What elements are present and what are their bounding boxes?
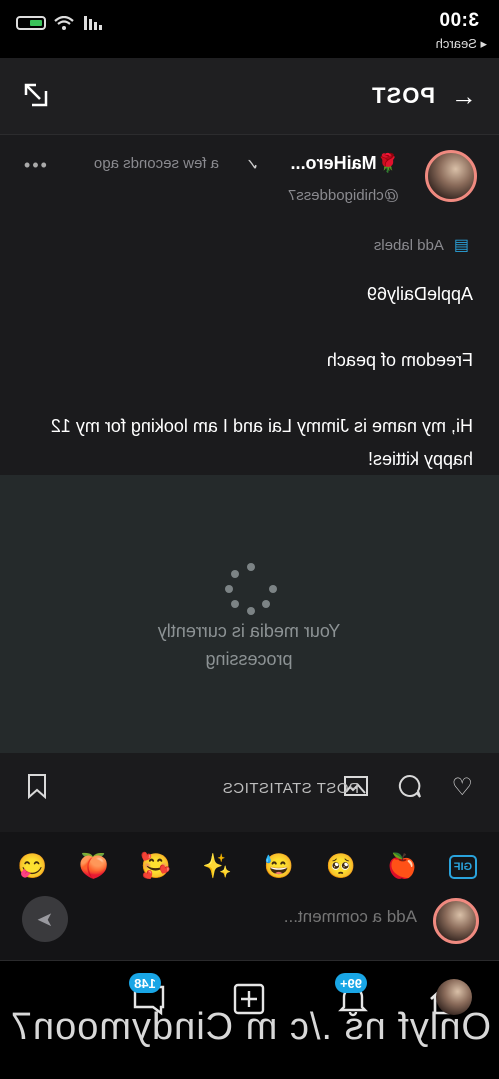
author-name[interactable]: 🌹MaiHero... [291,153,399,174]
post-body: 🌹MaiHero... @chibigoddess7 ✓ a few secon… [0,135,499,475]
notifications-badge: 99+ [335,973,367,993]
send-icon[interactable]: ➤ [22,896,68,942]
loading-spinner-icon [225,563,277,615]
media-status-text: Your media is currently processing [157,621,341,669]
emoji-hearts[interactable]: 🥰 [140,852,171,881]
comment-input[interactable] [115,906,419,928]
back-to-search-link[interactable]: ◂ Search [436,36,487,52]
post-statistics-button[interactable]: POST STATISTICS [222,780,359,797]
status-icons [16,16,102,30]
page-title: POST [371,83,435,108]
share-icon[interactable] [22,81,50,109]
signal-icon [84,16,102,30]
emoji-row: GIF 🍎 🥺 😅 ✨ 🥰 🍑 😋 [17,852,477,881]
battery-icon [16,16,46,30]
bookmark-icon[interactable] [26,773,48,799]
author-name-text: MaiHero... [290,153,377,173]
commenter-avatar [433,898,479,944]
emoji-pleading[interactable]: 🥺 [326,852,356,881]
app-screen: 3:00 ◂ Search ← POST 🌹MaiHero... @chibig… [0,0,499,1079]
author-avatar[interactable] [425,150,477,202]
post-text: AppleDaily69 Freedom of peach Hi, my nam… [50,284,473,469]
emoji-yum[interactable]: 😋 [17,852,47,881]
emoji-bar: GIF 🍎 🥺 😅 ✨ 🥰 🍑 😋 ➤ [0,832,499,960]
arrow-left-icon[interactable]: ← [451,81,477,112]
wifi-icon [54,16,74,30]
media-processing-area: Your media is currently processing [0,475,499,753]
author-handle[interactable]: @chibigoddess7 [288,187,399,204]
add-labels-button[interactable]: ▤ Add labels [374,235,469,255]
heart-icon[interactable]: ♡ [451,773,473,802]
post-header: ← POST [0,58,499,135]
status-time: 3:00 [438,10,479,31]
emoji-apple[interactable]: 🍎 [387,852,417,881]
post-actions: ♡ POST STATISTICS [0,753,499,831]
post-time: a few seconds ago [93,155,219,172]
emoji-sparkles[interactable]: ✨ [202,852,232,881]
messages-badge: 148 [129,973,161,993]
status-bar: 3:00 ◂ Search [0,0,499,58]
comment-icon[interactable] [397,773,423,799]
gif-button[interactable]: GIF [449,854,477,879]
more-options-icon[interactable]: ••• [22,155,47,176]
watermark-text: Onlyf ns ./c m Cindymoon7 [9,1006,491,1048]
emoji-peach[interactable]: 🍑 [79,852,109,881]
rose-emoji: 🌹 [376,153,399,173]
verified-icon: ✓ [245,157,259,174]
label-icon: ▤ [453,237,469,254]
emoji-sweat-smile[interactable]: 😅 [264,852,294,881]
add-labels-text: Add labels [373,236,444,254]
